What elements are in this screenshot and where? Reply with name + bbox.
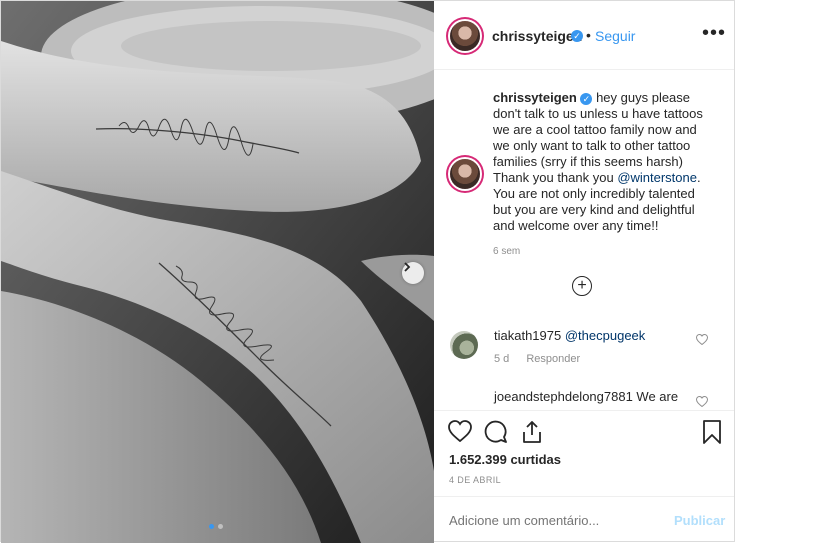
next-photo-button[interactable]: [402, 262, 424, 284]
more-icon[interactable]: •••: [702, 22, 726, 45]
comment-meta: 5 d Responder: [494, 353, 580, 365]
carousel-dot: [218, 524, 223, 529]
heart-icon[interactable]: [448, 420, 472, 442]
instagram-post: chrissyteigen ✓ • Seguir ••• chrissyteig…: [0, 0, 735, 543]
load-more-comments: +: [577, 277, 587, 294]
likes-count[interactable]: 1.652.399 curtidas: [449, 452, 561, 467]
comment-icon[interactable]: [484, 420, 508, 444]
mention-link[interactable]: @thecpugeek: [565, 328, 645, 343]
comment-username[interactable]: tiakath1975: [494, 328, 561, 343]
publish-button[interactable]: Publicar: [674, 513, 725, 528]
reply-button[interactable]: Responder: [526, 353, 580, 365]
bookmark-icon[interactable]: [702, 420, 722, 444]
verified-icon: ✓: [580, 92, 593, 105]
carousel-indicator: [209, 524, 223, 529]
follow-button[interactable]: Seguir: [595, 28, 635, 44]
comment-input[interactable]: [449, 513, 649, 528]
add-circle-icon[interactable]: +: [572, 276, 592, 296]
caption-timestamp: 6 sem: [493, 246, 521, 257]
tattoo-arms-photo: [1, 1, 434, 543]
post-actions: 1.652.399 curtidas 4 DE ABRIL: [434, 410, 734, 496]
mention-link[interactable]: @winterstone: [617, 170, 697, 185]
heart-icon[interactable]: [696, 396, 708, 407]
comment: tiakath1975 @thecpugeek: [494, 328, 645, 343]
verified-icon: ✓: [571, 30, 583, 42]
caption-text: chrissyteigen ✓ hey guys please don't ta…: [493, 90, 715, 234]
comment-timestamp: 5 d: [494, 353, 510, 365]
heart-icon[interactable]: [696, 334, 708, 345]
add-comment-bar: Publicar: [434, 496, 734, 543]
caption-body-line2: Thank you thank you: [493, 170, 618, 185]
comment-text: joeandstephdelong7881 We are: [494, 389, 679, 404]
avatar[interactable]: [450, 331, 478, 359]
avatar[interactable]: [450, 21, 480, 51]
post-date: 4 DE ABRIL: [449, 475, 502, 485]
post-photo[interactable]: [1, 1, 434, 543]
caption-username[interactable]: chrissyteigen: [493, 90, 577, 105]
post-sidebar: chrissyteigen ✓ • Seguir ••• chrissyteig…: [434, 1, 734, 543]
post-header: chrissyteigen ✓ • Seguir •••: [434, 1, 734, 70]
chevron-right-icon: [404, 262, 411, 272]
comment: joeandstephdelong7881 We are: [494, 389, 678, 404]
avatar[interactable]: [450, 159, 480, 189]
comments-section[interactable]: chrissyteigen ✓ hey guys please don't ta…: [434, 70, 734, 410]
author-username[interactable]: chrissyteigen: [492, 28, 582, 44]
share-icon[interactable]: [520, 420, 544, 444]
carousel-dot-active: [209, 524, 214, 529]
header-separator: •: [586, 27, 591, 43]
